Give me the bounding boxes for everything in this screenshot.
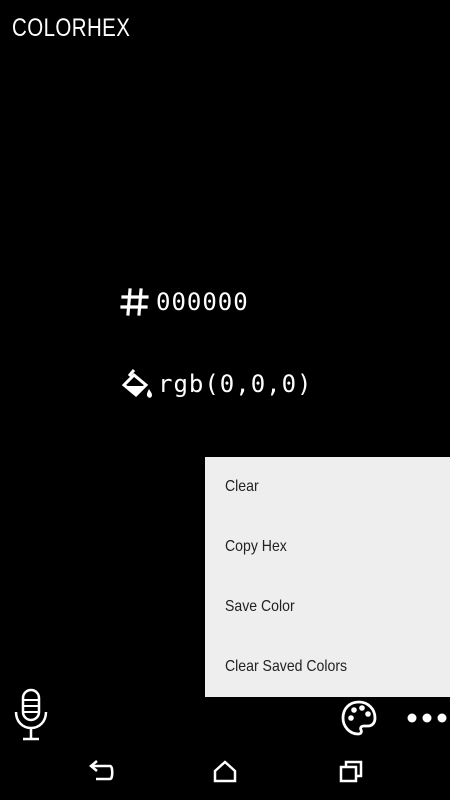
menu-item-copy-hex[interactable]: Copy Hex — [205, 517, 450, 577]
more-vertical-icon[interactable] — [404, 708, 450, 728]
recents-icon[interactable] — [336, 757, 366, 787]
hash-icon — [120, 288, 149, 316]
menu-item-clear[interactable]: Clear — [205, 457, 450, 517]
overflow-menu: Clear Copy Hex Save Color Clear Saved Co… — [205, 457, 450, 697]
menu-item-label: Clear — [225, 478, 259, 495]
palette-icon[interactable] — [340, 699, 378, 737]
app-title: COLORHEX — [12, 14, 131, 42]
hex-value[interactable]: 000000 — [156, 288, 249, 316]
back-icon[interactable] — [86, 757, 116, 787]
rgb-value[interactable]: rgb(0,0,0) — [158, 370, 313, 398]
microphone-icon[interactable] — [12, 688, 50, 742]
home-icon[interactable] — [210, 757, 240, 787]
system-navigation-bar — [0, 745, 450, 800]
menu-item-label: Copy Hex — [225, 538, 287, 555]
menu-item-save-color[interactable]: Save Color — [205, 577, 450, 637]
menu-item-clear-saved-colors[interactable]: Clear Saved Colors — [205, 637, 450, 697]
menu-item-label: Save Color — [225, 598, 295, 615]
rgb-value-row: rgb(0,0,0) — [120, 364, 313, 404]
hex-value-row: 000000 — [120, 284, 249, 320]
paint-bucket-icon — [121, 369, 152, 398]
menu-item-label: Clear Saved Colors — [225, 658, 348, 675]
